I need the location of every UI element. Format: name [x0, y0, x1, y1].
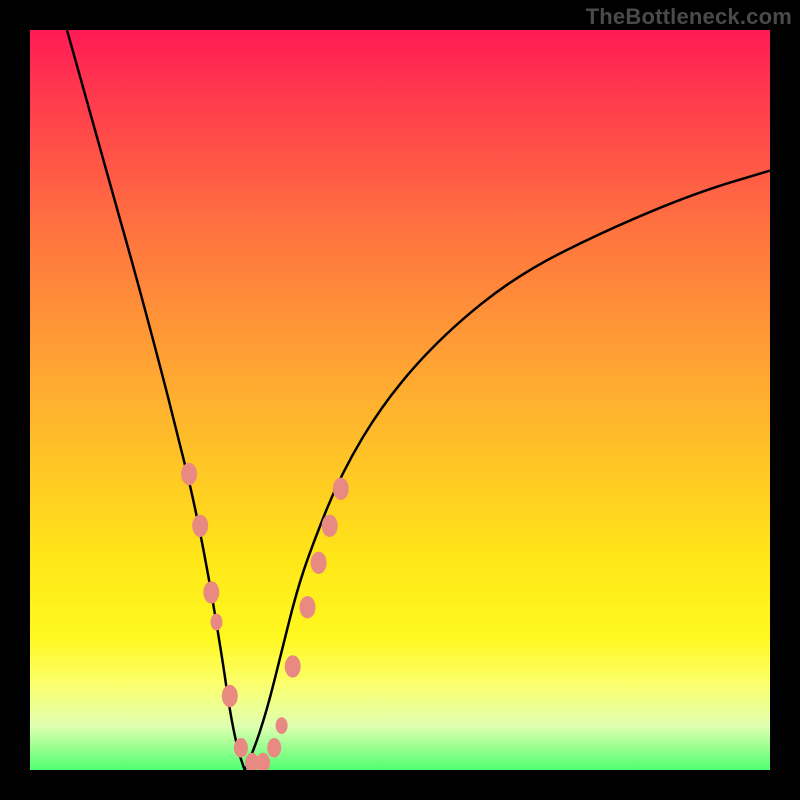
marker-point [222, 685, 238, 707]
curve-svg [30, 30, 770, 770]
marker-point [333, 478, 349, 500]
marker-point [192, 515, 208, 537]
marker-point [285, 655, 301, 677]
marker-point [267, 738, 281, 758]
marker-point [300, 596, 316, 618]
marker-point [234, 738, 248, 758]
marker-point [203, 581, 219, 603]
marker-point [322, 515, 338, 537]
marker-point [311, 552, 327, 574]
marker-point [210, 614, 222, 631]
marker-point [256, 753, 270, 770]
curve-left [67, 30, 245, 770]
marker-point [181, 463, 197, 485]
marker-point [276, 717, 288, 734]
curve-right [245, 171, 770, 770]
watermark-text: TheBottleneck.com [586, 4, 792, 30]
chart-frame: TheBottleneck.com [0, 0, 800, 800]
plot-area [30, 30, 770, 770]
markers-group [181, 463, 349, 770]
